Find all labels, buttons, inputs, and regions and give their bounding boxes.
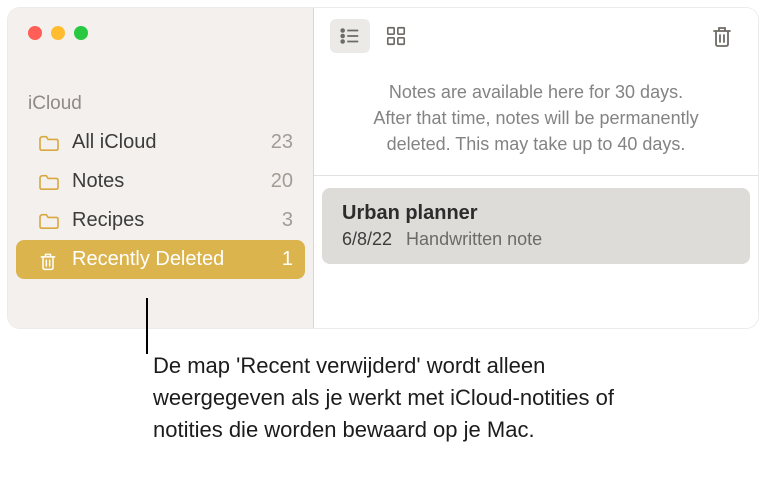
close-window-button[interactable] xyxy=(28,26,42,40)
sidebar-item-count: 1 xyxy=(282,248,293,271)
sidebar-item-recently-deleted[interactable]: Recently Deleted 1 xyxy=(16,240,305,279)
callout-text: De map 'Recent verwijderd' wordt alleen … xyxy=(153,350,633,446)
sidebar-item-recipes[interactable]: Recipes 3 xyxy=(8,201,313,240)
sidebar-section-header: iCloud xyxy=(8,63,313,123)
sidebar-item-count: 23 xyxy=(271,131,293,154)
sidebar-item-label: Recipes xyxy=(72,209,144,232)
maximize-window-button[interactable] xyxy=(74,26,88,40)
sidebar-item-label: Notes xyxy=(72,170,124,193)
main-panel: Notes are available here for 30 days. Af… xyxy=(314,8,758,328)
sidebar: iCloud All iCloud 23 Notes 20 xyxy=(8,8,314,328)
app-window: iCloud All iCloud 23 Notes 20 xyxy=(8,8,758,328)
banner-line: deleted. This may take up to 40 days. xyxy=(354,131,718,157)
folder-icon xyxy=(38,212,60,230)
sidebar-item-notes[interactable]: Notes 20 xyxy=(8,162,313,201)
trash-icon xyxy=(38,251,60,269)
note-item[interactable]: Urban planner 6/8/22 Handwritten note xyxy=(322,188,750,264)
sidebar-item-label: All iCloud xyxy=(72,131,156,154)
banner-line: After that time, notes will be permanent… xyxy=(354,105,718,131)
note-list: Urban planner 6/8/22 Handwritten note xyxy=(314,176,758,276)
folder-icon xyxy=(38,134,60,152)
note-subtitle: Handwritten note xyxy=(406,229,542,249)
delete-button[interactable] xyxy=(702,19,742,53)
sidebar-item-all-icloud[interactable]: All iCloud 23 xyxy=(8,123,313,162)
note-date: 6/8/22 xyxy=(342,229,392,249)
banner-line: Notes are available here for 30 days. xyxy=(354,79,718,105)
sidebar-list: All iCloud 23 Notes 20 Recipes 3 xyxy=(8,123,313,279)
retention-banner: Notes are available here for 30 days. Af… xyxy=(314,63,758,176)
callout-leader-line xyxy=(146,298,148,354)
window-controls xyxy=(8,8,313,63)
grid-view-button[interactable] xyxy=(376,19,416,53)
list-view-button[interactable] xyxy=(330,19,370,53)
sidebar-item-count: 20 xyxy=(271,170,293,193)
note-title: Urban planner xyxy=(342,202,730,225)
folder-icon xyxy=(38,173,60,191)
sidebar-item-count: 3 xyxy=(282,209,293,232)
minimize-window-button[interactable] xyxy=(51,26,65,40)
toolbar xyxy=(314,8,758,63)
note-meta: 6/8/22 Handwritten note xyxy=(342,229,730,250)
sidebar-item-label: Recently Deleted xyxy=(72,248,224,271)
